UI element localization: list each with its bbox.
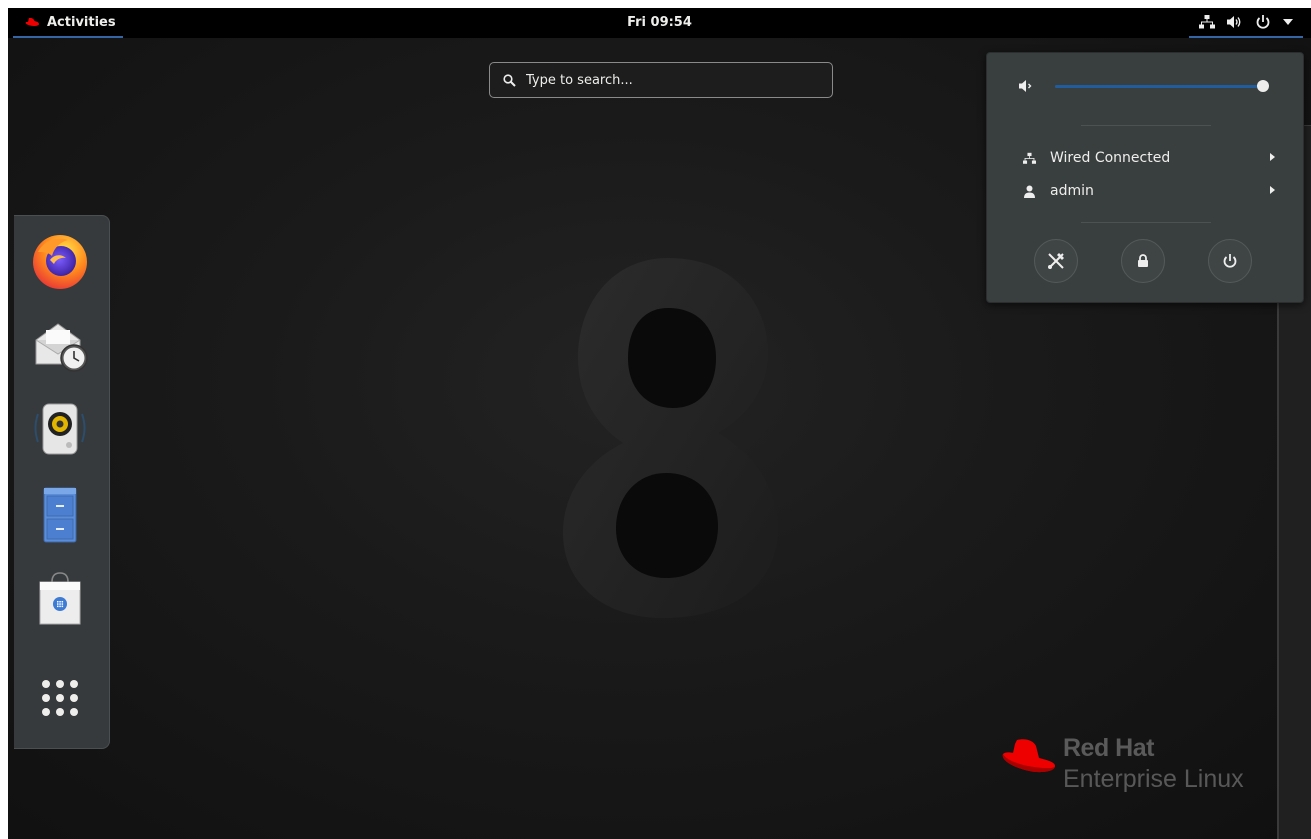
clock-label[interactable]: Fri 09:54	[627, 15, 692, 30]
dash-item-software[interactable]	[28, 566, 92, 630]
mail-clock-icon	[35, 323, 88, 372]
power-off-button[interactable]	[1208, 239, 1252, 283]
redhat-logo-icon	[1002, 739, 1055, 773]
activities-label: Activities	[47, 14, 116, 30]
dash-item-evolution[interactable]	[28, 312, 92, 376]
submenu-arrow-icon	[1270, 186, 1275, 194]
power-icon	[1223, 254, 1237, 268]
dash-item-files[interactable]	[28, 482, 92, 546]
firefox-icon	[33, 235, 87, 289]
separator	[1081, 125, 1211, 126]
user-icon	[1024, 185, 1035, 198]
chevron-down-icon	[1283, 19, 1293, 25]
search-icon	[503, 73, 516, 87]
speaker-icon	[34, 403, 86, 455]
lock-icon	[1138, 254, 1148, 267]
desktop: Red Hat Enterprise Linux Activities Fri …	[8, 8, 1311, 839]
dash-item-firefox[interactable]	[28, 228, 92, 292]
show-applications-button[interactable]	[28, 666, 92, 730]
search-field[interactable]	[489, 62, 833, 98]
brand-line1: Red Hat	[1063, 734, 1154, 762]
network-wired-icon	[1199, 15, 1215, 29]
separator	[1081, 222, 1211, 223]
wired-connection-item[interactable]: Wired Connected	[1007, 143, 1287, 173]
brand-line2: Enterprise Linux	[1063, 765, 1244, 793]
settings-icon	[1048, 253, 1064, 269]
volume-slider-track[interactable]	[1055, 85, 1265, 88]
search-input[interactable]	[526, 72, 816, 88]
redhat-icon	[25, 17, 39, 26]
wired-connection-label: Wired Connected	[1050, 150, 1171, 166]
network-wired-icon	[1023, 152, 1036, 164]
volume-low-icon	[1019, 80, 1032, 92]
redhat-watermark: Red Hat Enterprise Linux	[999, 732, 1279, 802]
volume-icon	[1227, 16, 1241, 28]
user-label: admin	[1050, 183, 1094, 199]
settings-button[interactable]	[1034, 239, 1078, 283]
lock-button[interactable]	[1121, 239, 1165, 283]
dash-item-rhythmbox[interactable]	[28, 396, 92, 460]
submenu-arrow-icon	[1270, 153, 1275, 161]
clock: Fri 09:54	[8, 8, 1311, 38]
top-bar: Activities Fri 09:54	[8, 8, 1311, 38]
activities-button[interactable]: Activities	[13, 8, 123, 38]
file-cabinet-icon	[43, 487, 77, 543]
system-menu-button[interactable]	[1189, 8, 1303, 38]
volume-slider-handle[interactable]	[1257, 80, 1269, 92]
shopping-bag-icon	[39, 572, 81, 625]
wallpaper-eight-graphic	[563, 258, 778, 618]
app-grid-icon	[42, 680, 78, 716]
dash	[14, 215, 110, 749]
power-icon	[1256, 15, 1270, 29]
system-menu-popup: Wired Connected admin	[986, 52, 1304, 303]
user-item[interactable]: admin	[1007, 176, 1287, 206]
volume-row	[1019, 75, 1271, 97]
